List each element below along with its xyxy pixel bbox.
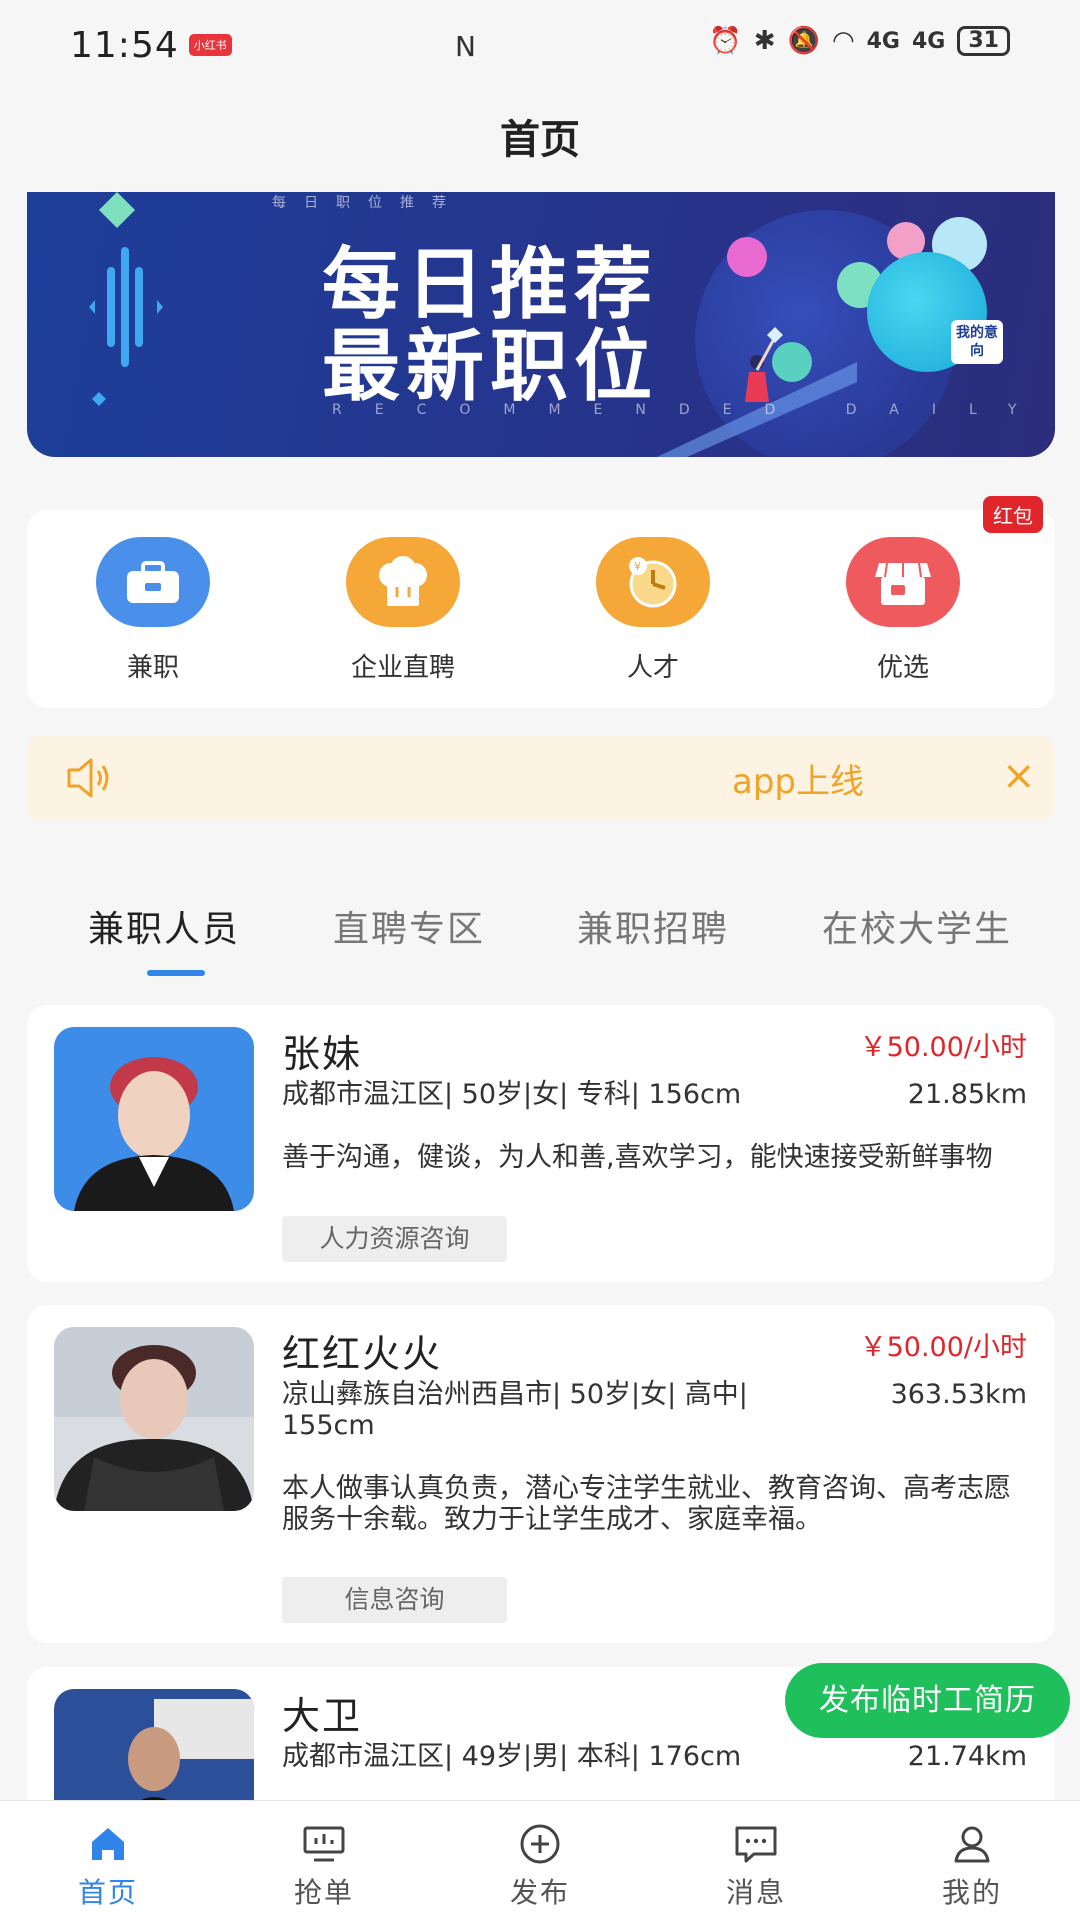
person-description: 本人做事认真负责，潜心专注学生就业、教育咨询、高考志愿服务十余载。致力于让学生成… — [282, 1473, 1011, 1535]
clock-icon: ¥ — [596, 537, 710, 627]
promo-banner[interactable]: 每日职位推荐 每日推荐 最新职位 RECOMMENDED DAILY 我的意向 — [27, 192, 1055, 457]
signal-1-icon: 4G — [866, 28, 900, 54]
nav-publish[interactable]: 发布 — [432, 1801, 648, 1920]
chef-hat-icon — [346, 537, 460, 627]
distance: 21.74km — [907, 1741, 1027, 1772]
plus-circle-icon — [432, 1823, 648, 1865]
tab-part-time-jobs[interactable]: 兼职招聘 — [577, 900, 729, 952]
notice-bar: app上线 × — [27, 736, 1055, 820]
girl-illustration-icon — [657, 327, 857, 457]
person-card[interactable]: 红红火火 ￥50.00/小时 凉山彝族自治州西昌市| 50岁|女| 高中| 15… — [27, 1305, 1055, 1643]
tab-part-time-staff[interactable]: 兼职人员 — [88, 900, 240, 952]
alarm-icon: ⏰ — [709, 26, 742, 56]
notice-text: app上线 — [732, 762, 864, 802]
category-direct-hire[interactable]: 企业直聘 — [303, 537, 503, 684]
nav-label: 发布 — [509, 1876, 570, 1909]
sound-wave-decoration-icon — [89, 192, 163, 406]
svg-text:¥: ¥ — [634, 560, 641, 573]
home-icon — [0, 1823, 216, 1865]
person-info: 成都市温江区| 50岁|女| 专科| 156cm — [282, 1079, 742, 1110]
app-header: 首页 — [0, 100, 1080, 180]
person-description: 善于沟通，健谈，为人和善,喜欢学习，能快速接受新鲜事物 — [282, 1142, 993, 1173]
person-info: 凉山彝族自治州西昌市| 50岁|女| 高中| 155cm — [282, 1379, 748, 1441]
red-packet-badge[interactable]: 红包 — [983, 496, 1043, 533]
category-grid: 兼职 企业直聘 ¥ 人才 优选 红包 — [27, 496, 1055, 708]
hourly-wage: ￥50.00/小时 — [859, 1032, 1027, 1063]
wifi-icon: ◠ — [831, 26, 855, 56]
avatar — [54, 1027, 254, 1211]
person-name: 大卫 — [282, 1694, 363, 1738]
status-icons: ⏰ ✱ 🔕 ◠ 4G 4G 31 — [709, 26, 1010, 56]
distance: 21.85km — [907, 1079, 1027, 1110]
monitor-icon — [216, 1823, 432, 1865]
nfc-icon: N — [455, 30, 476, 63]
person-name: 红红火火 — [282, 1332, 443, 1376]
page-title: 首页 — [500, 117, 580, 163]
hourly-wage: ￥50.00/小时 — [859, 1332, 1027, 1363]
banner-headline-2: 最新职位 — [322, 322, 659, 412]
close-icon[interactable]: × — [1002, 756, 1036, 796]
category-talent[interactable]: ¥ 人才 — [553, 537, 753, 684]
category-label: 优选 — [876, 653, 929, 683]
nav-messages[interactable]: 消息 — [648, 1801, 864, 1920]
category-label: 企业直聘 — [350, 653, 455, 683]
briefcase-icon — [96, 537, 210, 627]
nav-label: 我的 — [941, 1876, 1002, 1909]
tab-bar: 兼职人员 直聘专区 兼职招聘 在校大学生 — [0, 900, 1080, 980]
tab-college-students[interactable]: 在校大学生 — [822, 900, 1012, 952]
my-intention-tag[interactable]: 我的意向 — [951, 320, 1003, 364]
skill-tag: 信息咨询 — [282, 1577, 507, 1623]
status-time: 11:54 — [70, 24, 179, 66]
nav-grab-orders[interactable]: 抢单 — [216, 1801, 432, 1920]
signal-2-icon: 4G — [912, 28, 946, 54]
nav-label: 抢单 — [293, 1876, 354, 1909]
mute-icon: 🔕 — [787, 26, 820, 56]
banner-english-caption: RECOMMENDED DAILY — [332, 402, 1050, 418]
post-temp-resume-button[interactable]: 发布临时工简历 — [785, 1663, 1070, 1738]
nav-label: 消息 — [725, 1876, 786, 1909]
shop-icon — [846, 537, 960, 627]
speaker-icon — [67, 758, 109, 798]
category-selected[interactable]: 优选 — [803, 537, 1003, 684]
bluetooth-icon: ✱ — [753, 26, 776, 56]
bubble-decoration — [727, 237, 767, 277]
person-info: 成都市温江区| 49岁|男| 本科| 176cm — [282, 1741, 742, 1772]
banner-small-caption: 每日职位推荐 — [272, 195, 464, 211]
active-tab-indicator — [147, 970, 205, 976]
person-card[interactable]: 张妹 ￥50.00/小时 成都市温江区| 50岁|女| 专科| 156cm 21… — [27, 1005, 1055, 1282]
avatar — [54, 1327, 254, 1511]
nav-home[interactable]: 首页 — [0, 1801, 216, 1920]
skill-tag: 人力资源咨询 — [282, 1216, 507, 1262]
bottom-nav: 首页 抢单 发布 消息 我的 — [0, 1800, 1080, 1920]
app-notification-badge: 小红书 — [188, 34, 232, 56]
distance: 363.53km — [890, 1379, 1027, 1410]
nav-profile[interactable]: 我的 — [864, 1801, 1080, 1920]
nav-label: 首页 — [77, 1876, 138, 1909]
battery-icon: 31 — [957, 26, 1010, 56]
category-label: 兼职 — [126, 653, 179, 683]
category-part-time[interactable]: 兼职 — [53, 537, 253, 684]
user-icon — [864, 1823, 1080, 1865]
tab-direct-hire-zone[interactable]: 直聘专区 — [333, 900, 485, 952]
category-label: 人才 — [626, 653, 679, 683]
person-name: 张妹 — [282, 1032, 363, 1076]
message-icon — [648, 1823, 864, 1865]
